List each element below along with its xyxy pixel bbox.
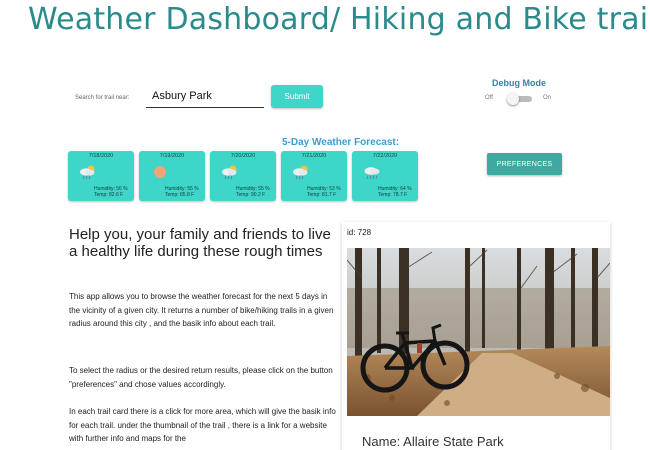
sun-icon bbox=[154, 166, 166, 178]
forecast-day-card: 7/21/2020 Humidity: 53 % Temp: 81.7 F bbox=[281, 151, 347, 201]
search-label: Search for trail near: bbox=[75, 95, 130, 101]
forecast-day-card: 7/19/2020 Humidity: 55 % Temp: 85.8 F bbox=[139, 151, 205, 201]
forecast-row: 7/18/2020 Humidity: 56 % Temp: 82.6 F 7/… bbox=[68, 151, 418, 201]
trail-card[interactable]: id: 728 Name: Allaire State Park bbox=[342, 222, 610, 450]
trail-id: id: 728 bbox=[347, 228, 372, 237]
forecast-temp: Temp: 78.7 F bbox=[378, 192, 408, 198]
cloud-rain-icon bbox=[364, 167, 380, 180]
forecast-title: 5-Day Weather Forecast: bbox=[282, 137, 400, 148]
forecast-temp: Temp: 82.6 F bbox=[94, 192, 124, 198]
debug-on-label: On bbox=[543, 95, 552, 101]
forecast-temp: Temp: 90.2 F bbox=[236, 192, 266, 198]
intro-heading: Help you, your family and friends to liv… bbox=[69, 226, 331, 260]
debug-mode-label: Debug Mode bbox=[492, 78, 546, 88]
forecast-temp: Temp: 85.8 F bbox=[165, 192, 195, 198]
forecast-day-card: 7/20/2020 Humidity: 55 % Temp: 90.2 F bbox=[210, 151, 276, 201]
trail-photo[interactable] bbox=[347, 248, 610, 416]
debug-off-label: Off bbox=[485, 95, 493, 101]
forecast-temp: Temp: 81.7 F bbox=[307, 192, 337, 198]
cloud-sun-rain-icon bbox=[222, 165, 237, 180]
forecast-date: 7/22/2020 bbox=[372, 153, 398, 159]
page-title: Weather Dashboard/ Hiking and Bike trail… bbox=[28, 2, 650, 37]
submit-button[interactable]: Submit bbox=[271, 85, 323, 108]
forecast-date: 7/18/2020 bbox=[88, 153, 114, 159]
forecast-date: 7/21/2020 bbox=[301, 153, 327, 159]
intro-paragraph: This app allows you to browse the weathe… bbox=[69, 292, 334, 328]
cloud-sun-rain-icon bbox=[293, 165, 308, 180]
debug-toggle-knob[interactable] bbox=[507, 93, 519, 105]
forecast-day-card: 7/22/2020 Humidity: 64 % Temp: 78.7 F bbox=[352, 151, 418, 201]
forecast-date: 7/20/2020 bbox=[230, 153, 256, 159]
search-input[interactable] bbox=[146, 84, 264, 108]
preferences-button[interactable]: PREFERENCES bbox=[487, 153, 562, 175]
forecast-date: 7/19/2020 bbox=[159, 153, 185, 159]
cloud-sun-rain-icon bbox=[80, 165, 95, 180]
intro-paragraph: In each trail card there is a click for … bbox=[69, 407, 336, 443]
forecast-day-card: 7/18/2020 Humidity: 56 % Temp: 82.6 F bbox=[68, 151, 134, 201]
trail-name: Name: Allaire State Park bbox=[362, 434, 504, 449]
intro-paragraph: To select the radius or the desired retu… bbox=[69, 366, 333, 389]
